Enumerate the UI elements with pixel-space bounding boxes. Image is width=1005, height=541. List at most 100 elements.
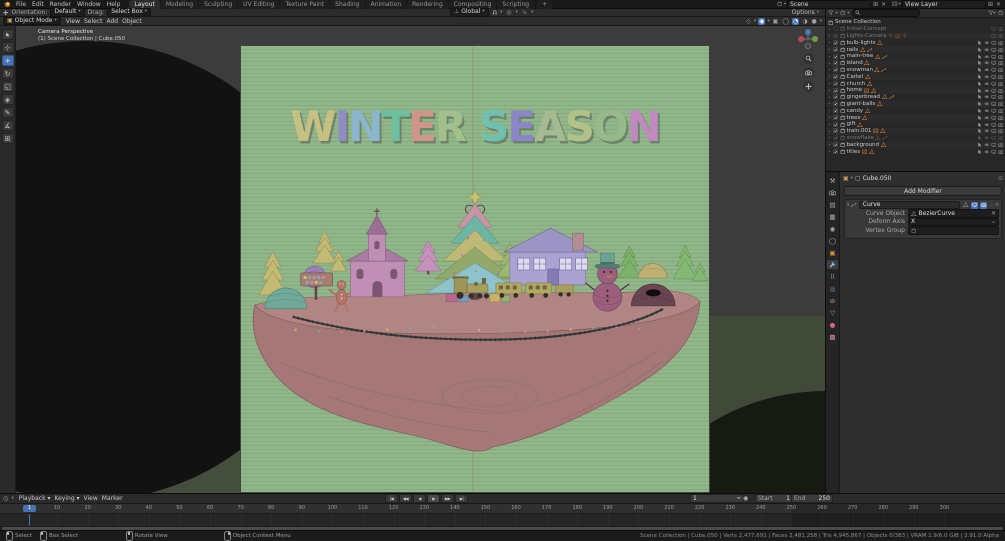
camera-icon[interactable] (998, 135, 1004, 141)
properties-tab-object-data[interactable]: ▽ (827, 308, 838, 317)
crater-dome[interactable] (631, 283, 676, 307)
move-view-button[interactable] (802, 81, 814, 92)
axis-gizmo-icon[interactable] (797, 28, 819, 50)
tab-compositing[interactable]: Compositing (448, 0, 497, 9)
tab-shading[interactable]: Shading (330, 0, 365, 9)
eye-icon[interactable] (984, 149, 990, 155)
disclosure-dot[interactable]: • (828, 108, 831, 113)
winter-season-title[interactable]: WINTER SEASON (241, 106, 709, 148)
disclosure-dot[interactable]: • (828, 122, 831, 127)
collection-name[interactable]: background (847, 142, 880, 148)
properties-tab-modifiers[interactable] (827, 260, 838, 269)
camera-icon[interactable] (998, 122, 1004, 128)
pin-icon[interactable]: ⊙ (998, 175, 1003, 182)
pine-tree-pink[interactable] (414, 240, 442, 275)
camera-icon[interactable] (998, 40, 1004, 46)
camera-icon[interactable] (998, 128, 1004, 134)
pine-trees-small-yellow[interactable] (312, 230, 347, 272)
tool-move[interactable] (1, 55, 14, 66)
camera-icon[interactable] (998, 74, 1004, 80)
options-button[interactable]: Options ▾ (792, 9, 819, 16)
exclude-checkbox-icon[interactable] (833, 128, 839, 134)
cursor-icon[interactable] (977, 108, 983, 114)
shading-material-icon[interactable]: ◑ (801, 18, 808, 25)
camera-icon[interactable] (998, 142, 1004, 148)
cursor-icon[interactable] (977, 60, 983, 66)
outliner-item-main-tree[interactable]: • main-tree (826, 53, 1005, 60)
outliner-search-input[interactable] (851, 8, 920, 18)
eye-icon[interactable] (984, 67, 990, 73)
camera-icon[interactable] (998, 94, 1004, 100)
jump-end-button[interactable]: ▶| (455, 494, 468, 503)
new-view-layer-button[interactable]: ⊞ (987, 1, 994, 8)
timeline-menu-marker[interactable]: Marker (100, 495, 125, 502)
camera-icon[interactable] (998, 101, 1004, 107)
collection-name[interactable]: trees (847, 115, 861, 121)
properties-tab-output[interactable]: ▤ (827, 200, 838, 209)
unlink-scene-button[interactable]: ✕ (880, 1, 887, 8)
shading-wireframe-icon[interactable]: ◯ (781, 18, 790, 25)
tab-animation[interactable]: Animation (365, 0, 407, 9)
outliner-item-rails[interactable]: • rails (826, 46, 1005, 53)
outliner-item-snowflake[interactable]: • snowflake (826, 135, 1005, 142)
eye-icon[interactable] (984, 54, 990, 60)
tab-scripting[interactable]: Scripting (497, 0, 535, 9)
timeline-menu-playback[interactable]: Playback ▾ (17, 495, 53, 502)
monitor-icon[interactable] (991, 47, 997, 53)
pine-tree-right[interactable] (616, 245, 642, 279)
camera-icon[interactable] (998, 47, 1004, 53)
monitor-icon[interactable] (991, 122, 997, 128)
disclosure-dot[interactable]: • (828, 135, 831, 140)
camera-icon[interactable] (998, 108, 1004, 114)
camera-icon[interactable] (998, 54, 1004, 60)
camera-icon[interactable] (998, 33, 1004, 39)
outliner-item-bulb-lights[interactable]: • bulb-lights (826, 39, 1005, 46)
camera-icon[interactable] (998, 149, 1004, 155)
viewport-menu-add[interactable]: Add (105, 18, 121, 25)
collection-name[interactable]: gift (847, 121, 856, 127)
next-keyframe-button[interactable]: ▶▶ (441, 494, 454, 503)
island[interactable] (252, 290, 701, 452)
new-scene-button[interactable]: ⊞ (872, 1, 879, 8)
exclude-checkbox-icon[interactable] (833, 54, 839, 60)
tool-annotate[interactable]: ✎ (1, 107, 14, 118)
exclude-checkbox-icon[interactable] (833, 26, 839, 32)
camera-icon[interactable] (998, 81, 1004, 87)
exclude-checkbox-icon[interactable] (833, 47, 839, 53)
tool-select-box[interactable] (1, 29, 14, 40)
properties-tab-constraints[interactable]: ⊘ (827, 296, 838, 305)
monitor-icon[interactable] (991, 40, 997, 46)
clear-icon[interactable]: ✕ (991, 210, 996, 217)
properties-tab-particles[interactable]: ⠿ (827, 272, 838, 281)
outliner-item-trees[interactable]: • trees (826, 114, 1005, 121)
tab-rendering[interactable]: Rendering (407, 0, 448, 9)
disclosure-dot[interactable]: • (828, 27, 831, 32)
collection-name[interactable]: church (847, 81, 866, 87)
jump-start-button[interactable]: |◀ (385, 494, 398, 503)
properties-tab-active-tool[interactable]: ⚒ (827, 176, 838, 185)
editor-type-clock-icon[interactable] (3, 496, 9, 502)
exclude-checkbox-icon[interactable] (833, 149, 839, 155)
outliner-filter-icon[interactable] (828, 10, 834, 16)
outliner-item-scene-collection[interactable]: Scene Collection (826, 19, 1005, 26)
eye-icon[interactable] (984, 128, 990, 134)
exclude-checkbox-icon[interactable] (833, 101, 839, 107)
eye-icon[interactable] (984, 94, 990, 100)
monitor-icon[interactable] (991, 26, 997, 32)
camera-view-button[interactable] (802, 67, 814, 78)
add-modifier-button[interactable]: Add Modifier (844, 186, 1002, 196)
menu-window[interactable]: Window (74, 1, 104, 8)
camera-view[interactable]: WINTER SEASON (240, 45, 710, 493)
camera-icon[interactable] (998, 60, 1004, 66)
collection-name[interactable]: snowflake (847, 135, 874, 141)
outliner-item-candy[interactable]: • candy (826, 107, 1005, 114)
disclosure-dot[interactable]: • (828, 149, 831, 154)
monitor-icon[interactable] (991, 149, 997, 155)
disclosure-dot[interactable]: • (828, 115, 831, 120)
eye-icon[interactable] (984, 101, 990, 107)
monitor-icon[interactable] (991, 81, 997, 87)
disclosure-dot[interactable]: • (828, 54, 831, 59)
tool-measure[interactable]: ∡ (1, 120, 14, 131)
viewport-menu-object[interactable]: Object (120, 18, 144, 25)
properties-tab-physics[interactable]: ◎ (827, 284, 838, 293)
